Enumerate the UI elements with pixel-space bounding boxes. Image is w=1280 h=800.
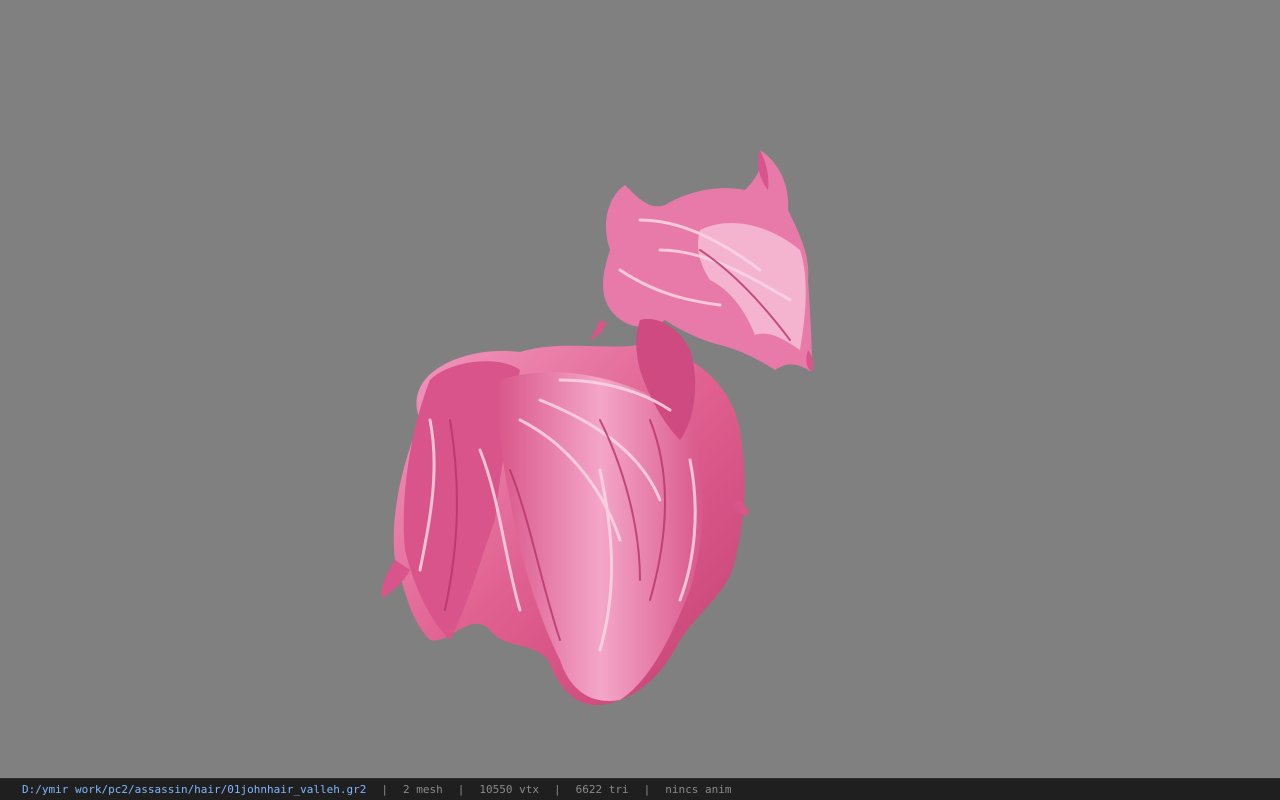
separator: | <box>381 783 388 796</box>
3d-viewport[interactable] <box>0 0 1280 778</box>
separator: | <box>457 783 465 796</box>
separator: | <box>553 783 561 796</box>
triangle-count: 6622 tri <box>575 783 629 796</box>
animation-status: nincs anim <box>665 783 732 796</box>
separator: | <box>643 783 651 796</box>
mesh-count: 2 mesh <box>403 783 443 796</box>
vertex-count: 10550 vtx <box>479 783 539 796</box>
hair-model-render <box>381 150 814 706</box>
file-path: D:/ymir work/pc2/assassin/hair/01johnhai… <box>22 783 367 796</box>
status-bar: D:/ymir work/pc2/assassin/hair/01johnhai… <box>0 778 1280 800</box>
